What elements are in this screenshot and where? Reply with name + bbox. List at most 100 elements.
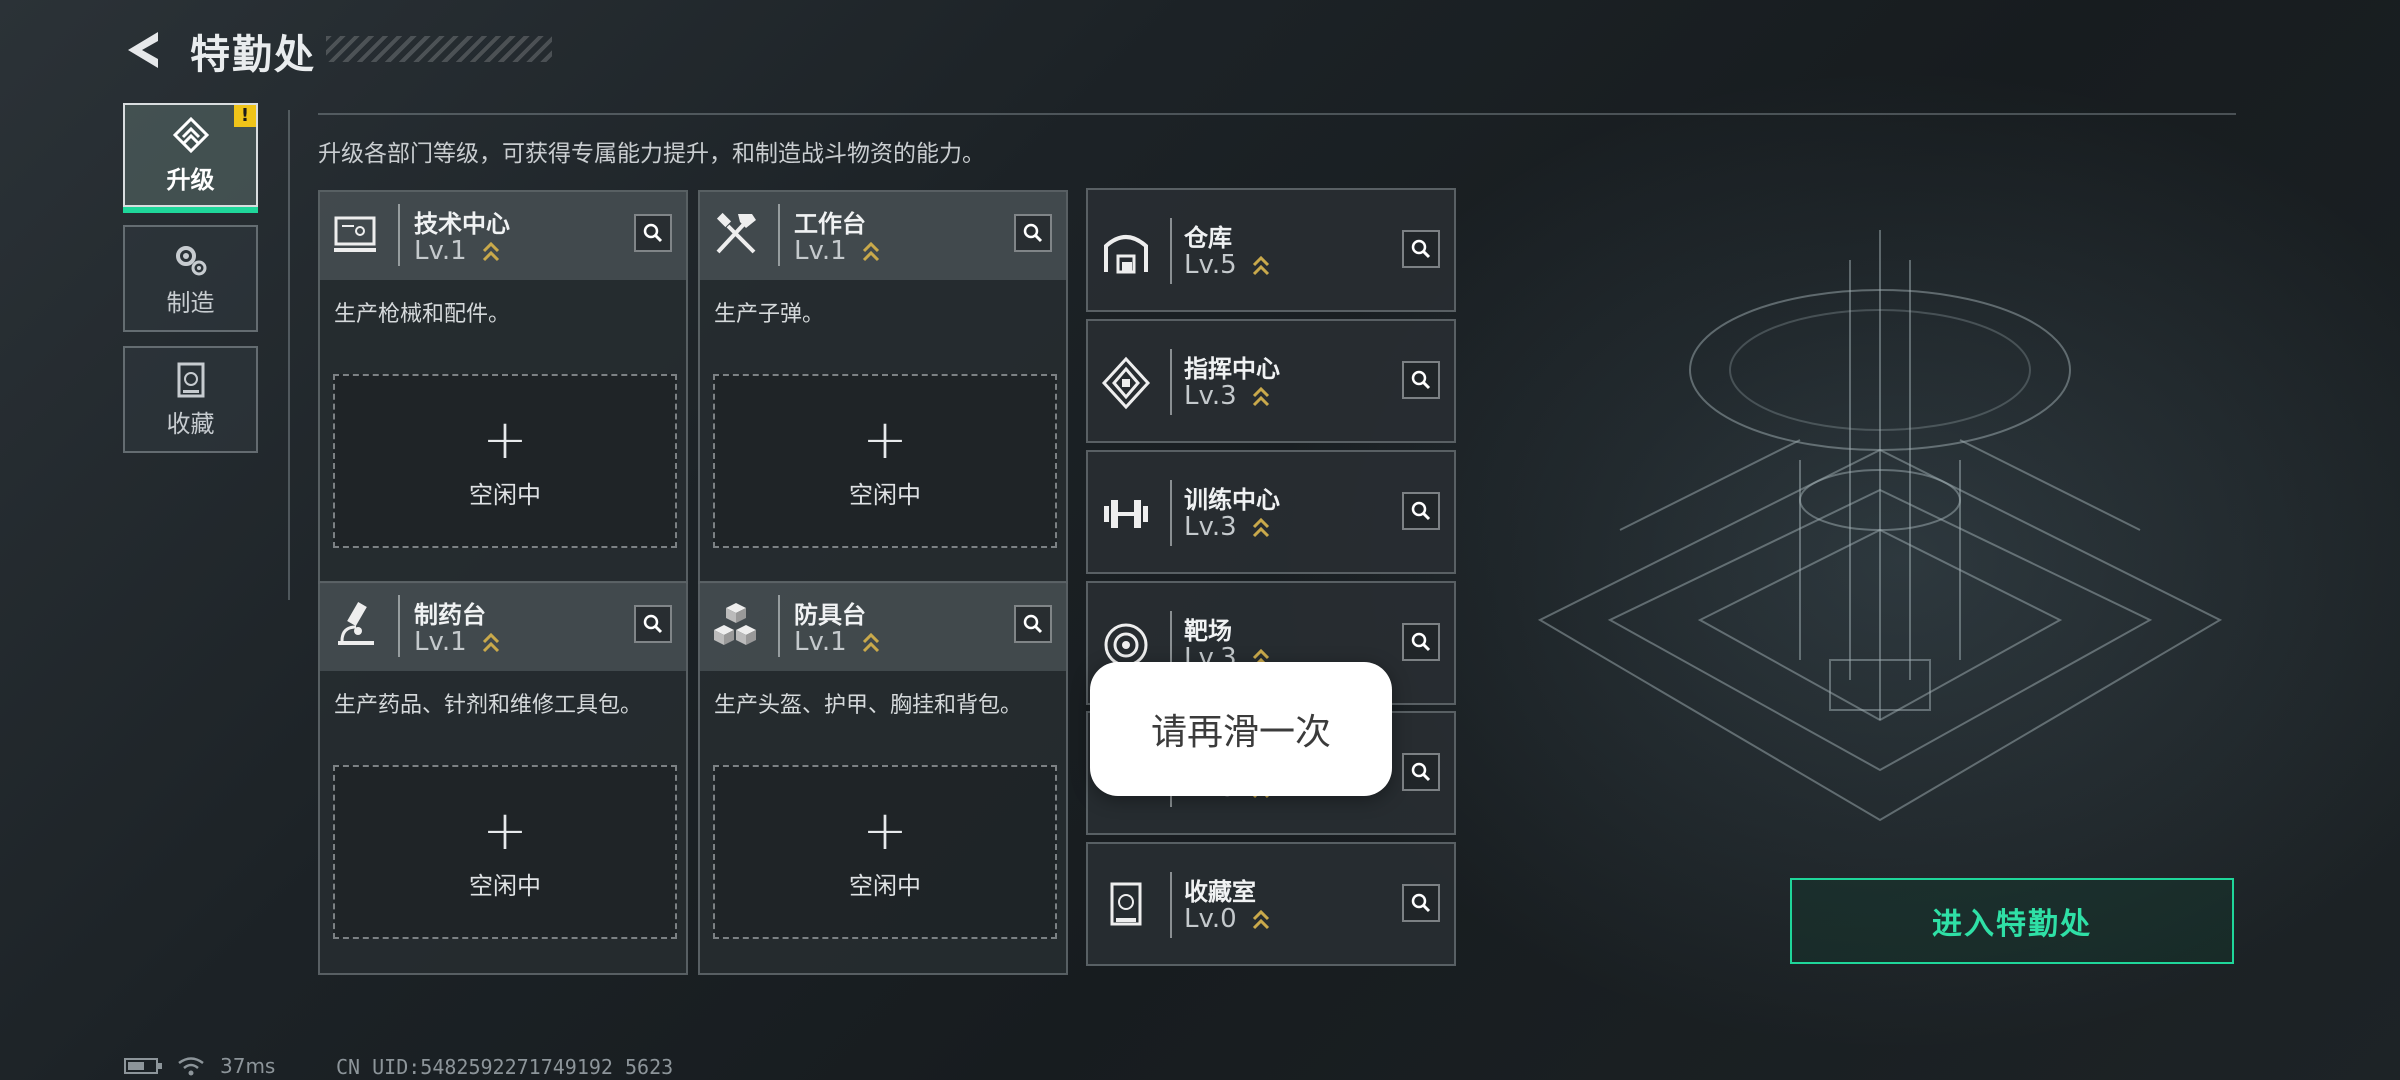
divider [288, 110, 290, 600]
inspect-button[interactable] [634, 214, 672, 252]
production-slot[interactable]: + 空闲中 [713, 765, 1057, 939]
tab-collection-label: 收藏 [166, 410, 215, 438]
tab-collection[interactable]: 收藏 [123, 346, 258, 453]
add-icon: + [482, 798, 528, 862]
facility-name: 训练中心 [1184, 486, 1280, 514]
production-slot[interactable]: + 空闲中 [333, 765, 677, 939]
inspect-button[interactable] [634, 605, 672, 643]
separator [398, 204, 400, 266]
tab-upgrade[interactable]: ! 升级 [123, 103, 258, 213]
separator [778, 204, 780, 266]
level-text: Lv.1 [414, 627, 467, 657]
level-text: Lv.3 [1184, 381, 1237, 411]
inspect-button[interactable] [1402, 884, 1440, 922]
card-header: 技术中心 Lv.1 [320, 192, 686, 280]
command-center-icon [1101, 356, 1151, 410]
enter-special-ops-button[interactable]: 进入特勤处 [1790, 878, 2234, 964]
workshop-name: 技术中心 [414, 210, 510, 238]
production-slot[interactable]: + 空闲中 [713, 374, 1057, 548]
facility-row-warehouse[interactable]: 仓库 Lv.5 [1086, 188, 1456, 312]
magnifier-icon [1023, 614, 1043, 634]
workshop-description: 生产药品、针剂和维修工具包。 [334, 693, 643, 718]
enter-button-label: 进入特勤处 [1932, 907, 2092, 942]
facility-wireframe-illustration [1537, 230, 2223, 822]
workshop-card-armor[interactable]: 防具台 Lv.1 生产头盔、护甲、胸挂和背包。 + 空闲中 [698, 581, 1068, 975]
card-header: 工作台 Lv.1 [700, 192, 1066, 280]
armor-boxes-icon [714, 603, 756, 645]
separator [398, 595, 400, 657]
workshop-card-workbench[interactable]: 工作台 Lv.1 生产子弹。 + 空闲中 [698, 190, 1068, 584]
inspect-button[interactable] [1014, 605, 1052, 643]
workshop-level: Lv.1 [794, 236, 881, 266]
collection-icon [177, 362, 204, 398]
inspect-button[interactable] [1402, 492, 1440, 530]
add-icon: + [862, 407, 908, 471]
facility-name: 收藏室 [1184, 878, 1256, 906]
magnifier-icon [643, 223, 663, 243]
inspect-button[interactable] [1402, 623, 1440, 661]
workshop-description: 生产头盔、护甲、胸挂和背包。 [714, 693, 1023, 718]
magnifier-icon [1411, 370, 1431, 390]
facility-row-collection-room[interactable]: 收藏室 Lv.0 [1086, 842, 1456, 966]
ping-text: 37ms [220, 1054, 276, 1078]
tech-center-icon [334, 216, 376, 252]
magnifier-icon [1411, 239, 1431, 259]
status-bar: 37ms [124, 1054, 275, 1078]
slot-status: 空闲中 [849, 480, 921, 509]
level-text: Lv.3 [1184, 512, 1237, 542]
rank-chevron-icon [482, 632, 499, 652]
slot-status: 空闲中 [469, 871, 541, 900]
tab-upgrade-label: 升级 [166, 165, 215, 194]
level-text: Lv.0 [1184, 904, 1237, 934]
level-text: Lv.1 [414, 236, 467, 266]
warning-badge: ! [234, 105, 256, 127]
inspect-button[interactable] [1402, 230, 1440, 268]
magnifier-icon [1411, 762, 1431, 782]
workshop-card-tech-center[interactable]: 技术中心 Lv.1 生产枪械和配件。 + 空闲中 [318, 190, 688, 584]
facility-level: Lv.3 [1184, 381, 1271, 411]
facility-row-command-center[interactable]: 指挥中心 Lv.3 [1086, 319, 1456, 443]
slot-status: 空闲中 [849, 871, 921, 900]
inspect-button[interactable] [1014, 214, 1052, 252]
rank-chevron-icon [862, 632, 879, 652]
magnifier-icon [1411, 501, 1431, 521]
rank-chevron-icon [1252, 386, 1269, 406]
separator [1170, 218, 1172, 284]
rank-chevron-icon [1252, 255, 1269, 275]
facility-level: Lv.3 [1184, 512, 1271, 542]
back-button[interactable] [120, 28, 166, 72]
microscope-icon [338, 601, 374, 645]
inspect-button[interactable] [1402, 753, 1440, 791]
facility-level: Lv.5 [1184, 250, 1271, 280]
facility-name: 靶场 [1184, 617, 1232, 645]
rank-chevron-icon [1252, 517, 1269, 537]
separator [1170, 872, 1172, 938]
upgrade-icon [172, 116, 209, 153]
separator [1170, 480, 1172, 546]
wifi-icon [178, 1057, 204, 1076]
workshop-card-pharmacy[interactable]: 制药台 Lv.1 生产药品、针剂和维修工具包。 + 空闲中 [318, 581, 688, 975]
slot-status: 空闲中 [469, 480, 541, 509]
facility-row-training-center[interactable]: 训练中心 Lv.3 [1086, 450, 1456, 574]
gears-icon [175, 246, 206, 276]
workshop-name: 制药台 [414, 601, 486, 629]
workshop-level: Lv.1 [794, 627, 881, 657]
back-arrow-icon [128, 32, 158, 68]
inspect-button[interactable] [1402, 361, 1440, 399]
collection-room-icon [1110, 882, 1142, 926]
workbench-tools-icon [716, 212, 756, 254]
toast-message: 请再滑一次 [1090, 662, 1392, 796]
rank-chevron-icon [862, 241, 879, 261]
battery-icon [124, 1058, 162, 1074]
workshop-description: 生产子弹。 [714, 302, 825, 327]
card-header: 制药台 Lv.1 [320, 583, 686, 671]
tab-manufacture[interactable]: 制造 [123, 225, 258, 332]
tab-manufacture-label: 制造 [166, 289, 215, 317]
magnifier-icon [1411, 632, 1431, 652]
workshop-name: 防具台 [794, 601, 866, 629]
section-description: 升级各部门等级，可获得专属能力提升，和制造战斗物资的能力。 [318, 141, 985, 167]
user-uid: CN UID:5482592271749192 5623 [336, 1055, 674, 1079]
production-slot[interactable]: + 空闲中 [333, 374, 677, 548]
separator [1170, 349, 1172, 415]
workshop-description: 生产枪械和配件。 [334, 302, 511, 327]
